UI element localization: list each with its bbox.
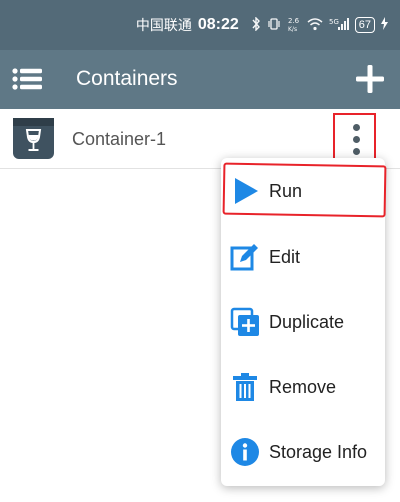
menu-item-label: Storage Info [269, 441, 368, 462]
page-title: Containers [76, 67, 178, 90]
svg-text:5G: 5G [329, 18, 339, 26]
container-name: Container-1 [72, 129, 167, 149]
menu-item-label: Edit [269, 246, 301, 267]
info-icon [230, 437, 260, 467]
battery-icon: 67 [354, 17, 375, 33]
data-speed-icon: 2.6 K/s [287, 16, 301, 35]
duplicate-icon [230, 307, 260, 337]
app-bar: Containers [0, 50, 400, 109]
charging-icon [381, 17, 388, 33]
svg-text:2.6: 2.6 [288, 17, 300, 25]
5g-signal-icon: 5G [329, 17, 349, 34]
edit-icon [230, 242, 260, 272]
menu-item-label: Duplicate [269, 311, 345, 332]
hamburger-menu-icon[interactable] [12, 68, 42, 90]
trash-icon [230, 372, 260, 402]
menu-item-storage-info[interactable]: Storage Info [221, 421, 385, 483]
menu-item-duplicate[interactable]: Duplicate [221, 291, 385, 353]
menu-item-remove[interactable]: Remove [221, 356, 385, 418]
wifi-icon [307, 17, 323, 34]
status-time: 08:22 [197, 16, 239, 33]
bluetooth-icon [251, 15, 261, 34]
annotation-highlight-run [222, 162, 387, 218]
battery-level: 67 [358, 19, 371, 31]
carrier-label: 中国联通 [135, 17, 192, 33]
svg-text:K/s: K/s [288, 26, 297, 32]
status-bar: 中国联通 08:22 2.6 K/s 5G 67 [0, 0, 400, 50]
plus-icon[interactable] [354, 63, 386, 95]
vibrate-icon [267, 17, 281, 34]
wine-glass-icon [13, 118, 54, 159]
menu-item-label: Remove [269, 376, 337, 397]
menu-item-edit[interactable]: Edit [221, 226, 385, 288]
